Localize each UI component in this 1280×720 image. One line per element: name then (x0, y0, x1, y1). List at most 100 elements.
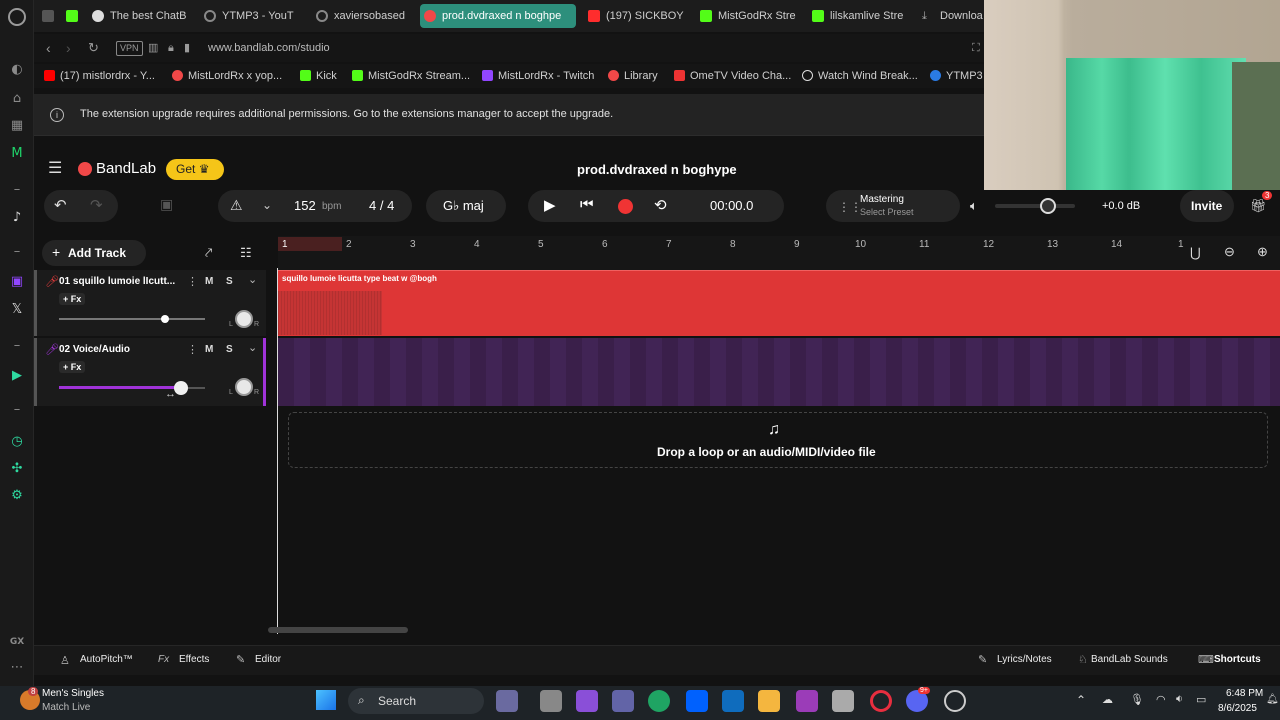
solo-button[interactable]: S (226, 276, 233, 287)
redo-icon[interactable]: ↷ (90, 196, 103, 214)
skip-back-icon[interactable]: ⏮ (580, 196, 594, 213)
obs-icon[interactable] (944, 690, 966, 712)
track-name[interactable]: 02 Voice/Audio (59, 344, 130, 355)
track-name[interactable]: 01 squillo lumoie lIcutt... (59, 276, 175, 287)
editor-button[interactable]: Editor (255, 654, 281, 665)
chevron-down-icon[interactable]: ⌄ (262, 198, 272, 212)
invite-button[interactable]: Invite (1180, 190, 1234, 222)
play-icon[interactable]: ▶ (544, 196, 556, 214)
fx-button[interactable]: + Fx (59, 293, 86, 305)
history-icon[interactable]: ◷ (9, 434, 25, 450)
copilot-app-icon[interactable] (576, 690, 598, 712)
tab-4[interactable]: xaviersobased (312, 4, 418, 28)
clock-time[interactable]: 6:48 PM (1226, 688, 1263, 699)
tab-9[interactable]: ⤓ Downloa (918, 4, 984, 28)
copilot-icon[interactable] (496, 690, 518, 712)
speed-dial-icon[interactable]: ◐ (9, 62, 25, 78)
track-header-1[interactable]: 🎤︎ 01 squillo lumoie lIcutt... ⋮ M S ⌄ +… (34, 270, 266, 336)
key-button[interactable]: G♭ maj (426, 190, 506, 222)
battery-icon[interactable]: ▭ (1196, 693, 1206, 706)
add-track-button[interactable]: + Add Track (42, 240, 146, 266)
bookmark-2[interactable]: Kick (298, 64, 337, 88)
bandlab-sounds-button[interactable]: BandLab Sounds (1091, 654, 1168, 665)
settings-gear-icon[interactable]: ⚙ (9, 488, 25, 504)
windows-start-icon[interactable] (316, 690, 336, 710)
reload-icon[interactable]: ↻ (88, 34, 99, 62)
track-menu-icon[interactable]: ⋮ (187, 343, 198, 356)
bookmark-4[interactable]: MistLordRx - Twitch (480, 64, 594, 88)
notification-bell-icon[interactable]: 🔔︎ (1266, 694, 1279, 705)
loop-icon[interactable]: ⟲ (654, 196, 667, 214)
tab-7[interactable]: MistGodRx Stre (696, 4, 802, 28)
bookmark-6[interactable]: OmeTV Video Cha... (672, 64, 791, 88)
shortcuts-button[interactable]: Shortcuts (1214, 654, 1261, 665)
tab-bandlab-active[interactable]: prod.dvdraxed n boghpe (420, 4, 576, 28)
clock-date[interactable]: 8/6/2025 (1218, 703, 1257, 714)
track-header-2[interactable]: 🎤︎ 02 Voice/Audio ⋮ M S ⌄ + Fx ↔ L R (34, 338, 266, 406)
tab-0[interactable] (38, 4, 58, 28)
speaker-icon[interactable]: 🔈︎ (970, 198, 978, 214)
extensions-icon[interactable]: ✣ (9, 461, 25, 477)
mastering-button[interactable]: ⋮⋮ Mastering Select Preset (826, 190, 960, 222)
camera-icon[interactable] (832, 690, 854, 712)
x-twitter-icon[interactable]: 𝕏 (9, 302, 25, 318)
chevron-up-icon[interactable]: ⌃ (1076, 693, 1086, 707)
more-icon[interactable]: ⋯ (9, 660, 25, 676)
playhead[interactable] (277, 268, 278, 634)
master-volume-thumb[interactable] (1040, 198, 1056, 214)
chevron-down-icon[interactable]: ⌄ (248, 273, 257, 286)
forward-icon[interactable]: › (66, 34, 71, 62)
edge-icon[interactable] (648, 690, 670, 712)
metronome-icon[interactable]: ⚠︎ (230, 197, 243, 214)
bookmark-0[interactable]: (17) mistlordrx - Y... (42, 64, 155, 88)
messenger-icon[interactable]: M (9, 146, 25, 162)
master-volume-slider[interactable] (995, 204, 1075, 208)
reader-icon[interactable]: ▥ (148, 34, 158, 62)
track-volume-slider[interactable] (59, 318, 205, 320)
microphone-icon[interactable]: 🎙︎ (1130, 693, 1144, 706)
music-player-icon[interactable]: ♪ (9, 210, 25, 226)
player-icon[interactable]: ▶ (9, 368, 25, 384)
automation-icon[interactable]: ⤤ (205, 245, 212, 261)
dropbox-icon[interactable] (686, 690, 708, 712)
timeline-scrollbar[interactable] (268, 627, 408, 633)
lyrics-notes-button[interactable]: Lyrics/Notes (997, 654, 1052, 665)
lock-icon[interactable]: 🔒︎ (168, 34, 174, 62)
audio-clip-1[interactable]: squillo lumoie licutta type beat w @bogh (278, 270, 1280, 336)
snapshot-icon[interactable]: ⛶ (972, 34, 980, 62)
bookmark-3[interactable]: MistGodRx Stream... (350, 64, 470, 88)
bookmark-1[interactable]: MistLordRx x yop... (170, 64, 282, 88)
solo-button[interactable]: S (226, 344, 233, 355)
pan-knob[interactable] (235, 378, 253, 396)
volume-icon[interactable]: 🔉︎ (1176, 693, 1183, 706)
chevron-down-icon[interactable]: ⌄ (248, 341, 257, 354)
hamburger-menu-icon[interactable]: ☰ (48, 161, 62, 177)
bpm-value[interactable]: 152 (294, 198, 316, 213)
teams-icon[interactable] (612, 690, 634, 712)
track-lane-2[interactable] (278, 338, 1280, 406)
record-icon[interactable] (618, 199, 633, 214)
tab-1[interactable] (62, 4, 82, 28)
url-field[interactable]: www.bandlab.com/studio (208, 34, 330, 62)
opera-gx-taskbar-icon[interactable] (870, 690, 892, 712)
get-premium-button[interactable]: Get ♛ (166, 159, 224, 180)
cloud-icon[interactable]: ☁ (1102, 693, 1113, 706)
track-volume-thumb[interactable] (174, 381, 188, 395)
track-settings-icon[interactable]: ☷ (240, 245, 252, 261)
gx-control-icon[interactable]: ⌂ (9, 91, 25, 107)
track-menu-icon[interactable]: ⋮ (187, 275, 198, 288)
gx-cleaner-icon[interactable]: ▦ (9, 118, 25, 134)
tab-8[interactable]: lilskamlive Stre (808, 4, 914, 28)
bookmark-8[interactable]: YTMP3 (928, 64, 983, 88)
task-view-icon[interactable] (540, 690, 562, 712)
mute-button[interactable]: M (205, 276, 213, 287)
vpn-badge[interactable]: VPN (116, 41, 143, 56)
magnet-snap-icon[interactable]: ⋃ (1190, 245, 1201, 261)
zoom-in-icon[interactable]: ⊕ (1257, 244, 1268, 260)
back-icon[interactable]: ‹ (46, 34, 51, 62)
page-info-icon[interactable]: ▮ (184, 34, 190, 62)
wifi-icon[interactable]: ◠ (1156, 693, 1166, 706)
undo-icon[interactable]: ↶ (54, 196, 67, 214)
mute-button[interactable]: M (205, 344, 213, 355)
track-volume-thumb[interactable] (161, 315, 169, 323)
